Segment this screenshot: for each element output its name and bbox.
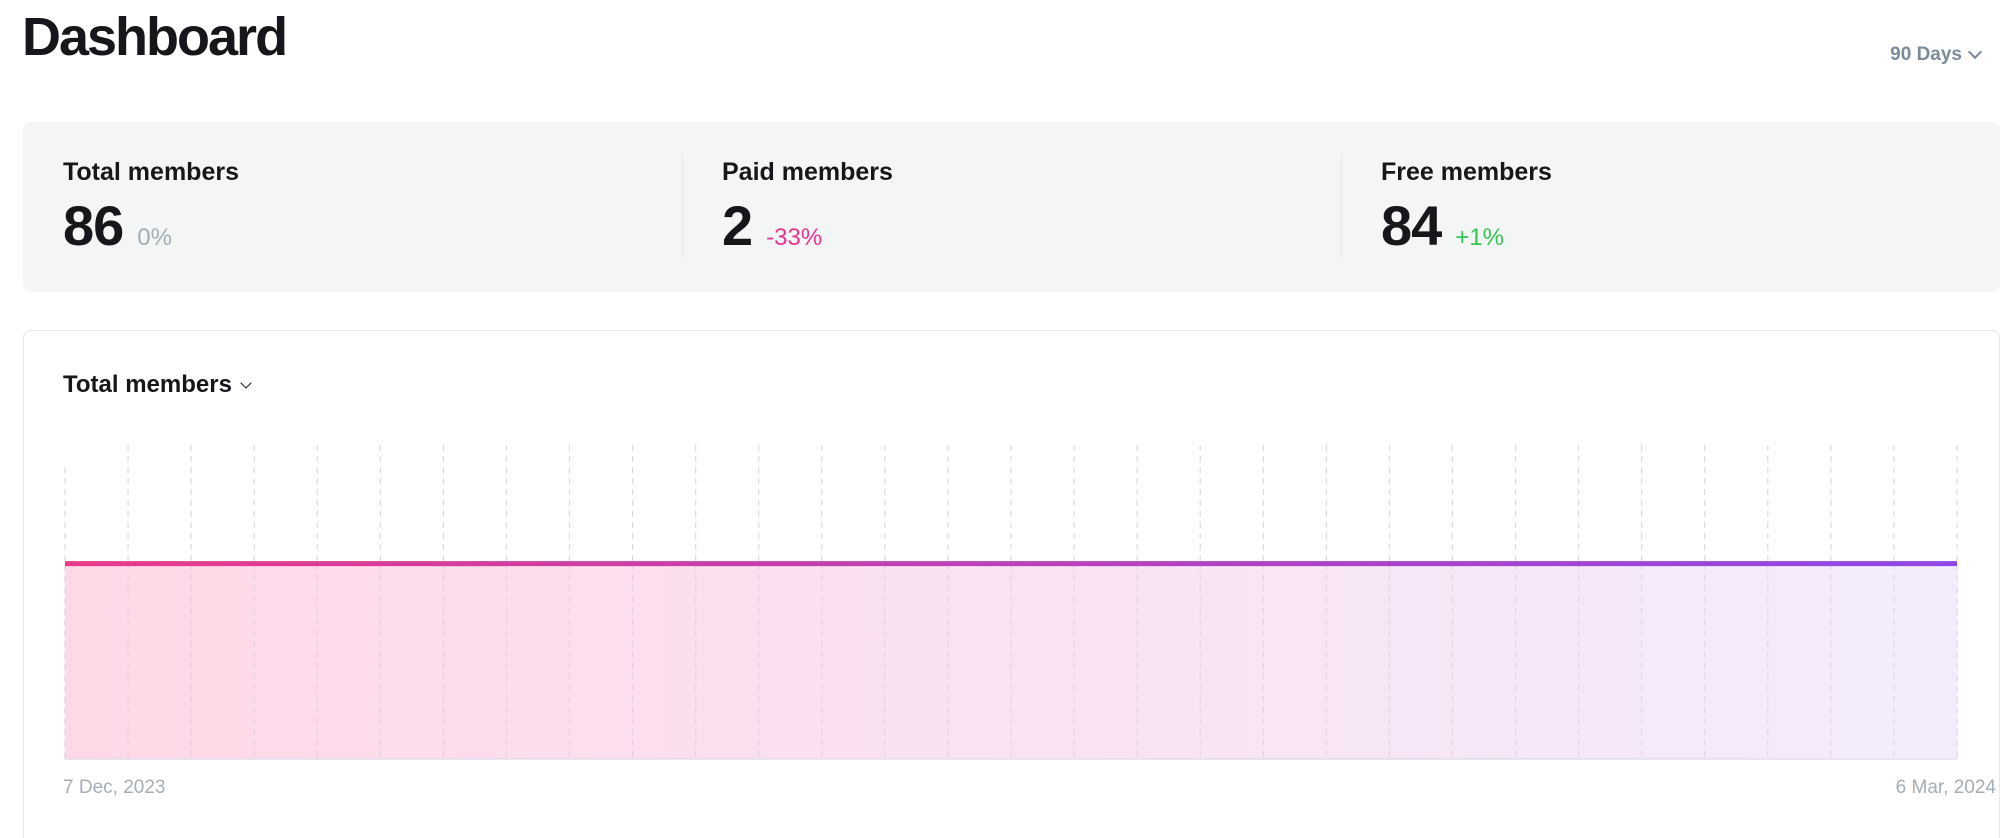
stat-value: 86 bbox=[63, 194, 124, 257]
stat-delta: 0% bbox=[137, 224, 172, 251]
stat-paid-members: Paid members 2 -33% bbox=[682, 122, 1341, 292]
stat-label: Paid members bbox=[722, 158, 893, 186]
stat-value: 84 bbox=[1381, 194, 1442, 257]
stat-label: Free members bbox=[1381, 158, 1552, 186]
chevron-down-icon bbox=[1967, 44, 1983, 60]
dashboard-page: Dashboard 90 Days Total members 86 0% Pa… bbox=[0, 0, 2000, 838]
x-axis-end-label: 6 Mar, 2024 bbox=[1895, 777, 1996, 798]
x-axis-start-label: 7 Dec, 2023 bbox=[63, 777, 166, 798]
members-area-chart bbox=[64, 445, 1958, 760]
stat-value: 2 bbox=[722, 194, 753, 257]
member-stats-panel: Total members 86 0% Paid members 2 -33% … bbox=[23, 122, 2000, 292]
stat-label: Total members bbox=[63, 158, 239, 186]
members-chart-card: Total members 7 Dec, 2023 6 Mar, 2024 bbox=[23, 330, 2000, 838]
stat-free-members: Free members 84 +1% bbox=[1341, 122, 2000, 292]
date-range-label: 90 Days bbox=[1890, 44, 1962, 65]
stat-delta: -33% bbox=[766, 224, 823, 251]
stat-total-members: Total members 86 0% bbox=[23, 122, 682, 292]
stat-delta: +1% bbox=[1455, 224, 1504, 251]
date-range-dropdown[interactable]: 90 Days bbox=[1890, 44, 1983, 66]
page-title: Dashboard bbox=[22, 7, 288, 67]
